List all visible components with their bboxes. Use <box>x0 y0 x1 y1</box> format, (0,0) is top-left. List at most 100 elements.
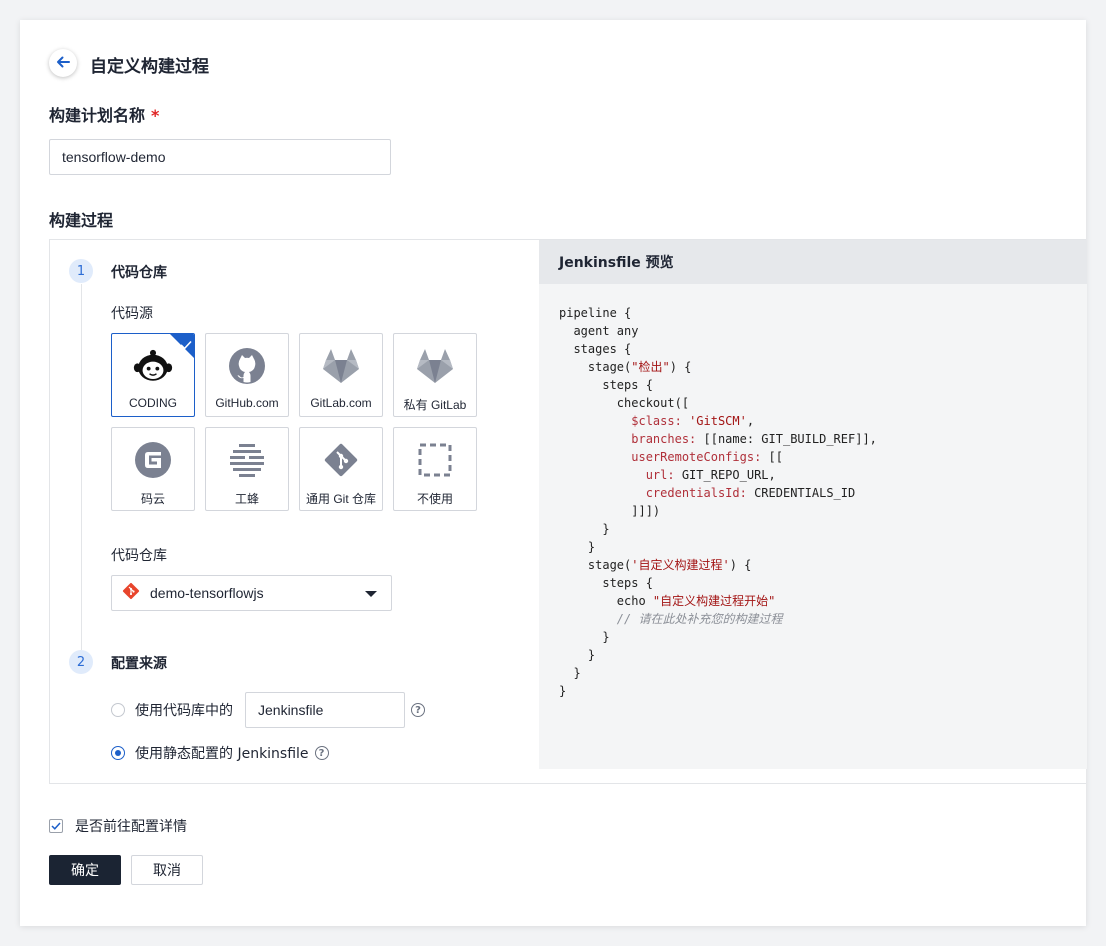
code-line: stage('自定义构建过程') { <box>559 556 877 574</box>
source-name: 工蜂 <box>234 492 259 506</box>
code-token: echo <box>559 594 653 608</box>
code-token: ) { <box>669 360 692 374</box>
github-icon <box>227 346 267 386</box>
repo-select[interactable]: demo-tensorflowjs <box>111 575 392 611</box>
help-icon[interactable]: ? <box>411 703 425 717</box>
code-token: stage( <box>559 558 632 572</box>
step-2-title: 配置来源 <box>111 656 167 672</box>
code-token: steps { <box>559 378 653 392</box>
code-line: steps { <box>559 376 877 394</box>
code-line: echo "自定义构建过程开始" <box>559 592 877 610</box>
code-line: pipeline { <box>559 304 877 322</box>
plan-name-input[interactable] <box>49 139 391 175</box>
step-1-title: 代码仓库 <box>111 265 167 281</box>
code-line: } <box>559 682 877 700</box>
code-token: "自定义构建过程开始" <box>652 594 776 608</box>
repo-select-value: demo-tensorflowjs <box>150 585 264 601</box>
code-token: 'GitSCM' <box>689 414 747 428</box>
gitlab-icon <box>415 346 455 386</box>
check-icon <box>51 818 61 834</box>
code-line: stage("检出") { <box>559 358 877 376</box>
code-line: ]]]) <box>559 502 877 520</box>
source-github[interactable]: GitHub.com <box>205 333 289 417</box>
source-name: 私有 GitLab <box>403 398 467 412</box>
code-token: pipeline { <box>559 306 632 320</box>
caret-down-icon <box>365 591 377 597</box>
config-option-static: 使用静态配置的 Jenkinsfile ? <box>111 743 329 763</box>
code-token: ]]]) <box>559 504 661 518</box>
code-token: "检出" <box>631 360 670 374</box>
gongfeng-icon <box>227 440 267 480</box>
code-token: credentialsId: <box>645 486 747 500</box>
step-2-number: 2 <box>69 650 93 674</box>
code-line: steps { <box>559 574 877 592</box>
source-label: 代码源 <box>111 306 153 322</box>
repo-label: 代码仓库 <box>111 548 167 564</box>
code-token: // 请在此处补充您的构建过程 <box>559 612 783 626</box>
config-column: 1 代码仓库 代码源 CODING GitHub.com GitLab.com … <box>50 240 539 783</box>
code-token: [[ <box>761 450 783 464</box>
code-token: ) { <box>729 558 752 572</box>
confirm-button[interactable]: 确定 <box>49 855 121 885</box>
process-label: 构建过程 <box>49 211 114 230</box>
dashed-box-icon <box>415 440 455 480</box>
code-token: } <box>559 666 581 680</box>
check-icon <box>180 335 192 354</box>
code-token: url: <box>645 468 675 482</box>
goto-detail-checkbox[interactable] <box>49 819 63 833</box>
radio-static-label: 使用静态配置的 Jenkinsfile <box>135 746 309 762</box>
source-name: 码云 <box>140 492 165 506</box>
code-token: steps { <box>559 576 653 590</box>
source-private-gitlab[interactable]: 私有 GitLab <box>393 333 477 417</box>
build-process-panel: 1 代码仓库 代码源 CODING GitHub.com GitLab.com … <box>49 239 1087 784</box>
source-gitlab[interactable]: GitLab.com <box>299 333 383 417</box>
code-token: } <box>559 630 610 644</box>
jenkinsfile-path-input[interactable] <box>245 692 405 728</box>
source-name: 通用 Git 仓库 <box>305 492 376 506</box>
arrow-left-icon <box>56 54 70 73</box>
code-token: } <box>559 648 596 662</box>
code-token: } <box>559 522 610 536</box>
source-gongfeng[interactable]: 工蜂 <box>205 427 289 511</box>
plan-name-label-text: 构建计划名称 <box>49 106 146 125</box>
code-line: url: GIT_REPO_URL, <box>559 466 877 484</box>
help-icon[interactable]: ? <box>314 746 329 760</box>
cancel-button[interactable]: 取消 <box>131 855 203 885</box>
source-name: GitLab.com <box>310 396 372 410</box>
plan-name-label: 构建计划名称 * <box>49 102 159 126</box>
code-token: $class: <box>631 414 682 428</box>
code-token: CREDENTIALS_ID <box>746 486 856 500</box>
code-token: stages { <box>559 342 632 356</box>
radio-static-jenkinsfile[interactable] <box>111 746 125 760</box>
back-button[interactable] <box>49 49 77 77</box>
code-token: } <box>559 684 567 698</box>
source-name: GitHub.com <box>215 396 279 410</box>
radio-repo-label: 使用代码库中的 <box>135 703 233 719</box>
code-token: '自定义构建过程' <box>631 558 730 572</box>
code-token: checkout([ <box>559 396 690 410</box>
step-1-number: 1 <box>69 259 93 283</box>
source-coding[interactable]: CODING <box>111 333 195 417</box>
code-line: // 请在此处补充您的构建过程 <box>559 610 877 628</box>
preview-title: Jenkinsfile 预览 <box>539 240 1087 284</box>
code-line: } <box>559 664 877 682</box>
code-token: , <box>746 414 755 428</box>
source-gitee[interactable]: 码云 <box>111 427 195 511</box>
jenkinsfile-code: pipeline { agent any stages { stage("检出"… <box>559 304 877 700</box>
gitlab-icon <box>321 346 361 386</box>
code-token: } <box>559 540 596 554</box>
source-grid: CODING GitHub.com GitLab.com 私有 GitLab 码… <box>111 333 477 511</box>
source-generic-git[interactable]: 通用 Git 仓库 <box>299 427 383 511</box>
code-token: branches: <box>631 432 697 446</box>
page-title: 自定义构建过程 <box>90 57 209 77</box>
code-line: branches: [[name: GIT_BUILD_REF]], <box>559 430 877 448</box>
source-name: 不使用 <box>416 492 453 506</box>
radio-repo-jenkinsfile[interactable] <box>111 703 125 717</box>
source-none[interactable]: 不使用 <box>393 427 477 511</box>
git-icon <box>321 440 361 480</box>
